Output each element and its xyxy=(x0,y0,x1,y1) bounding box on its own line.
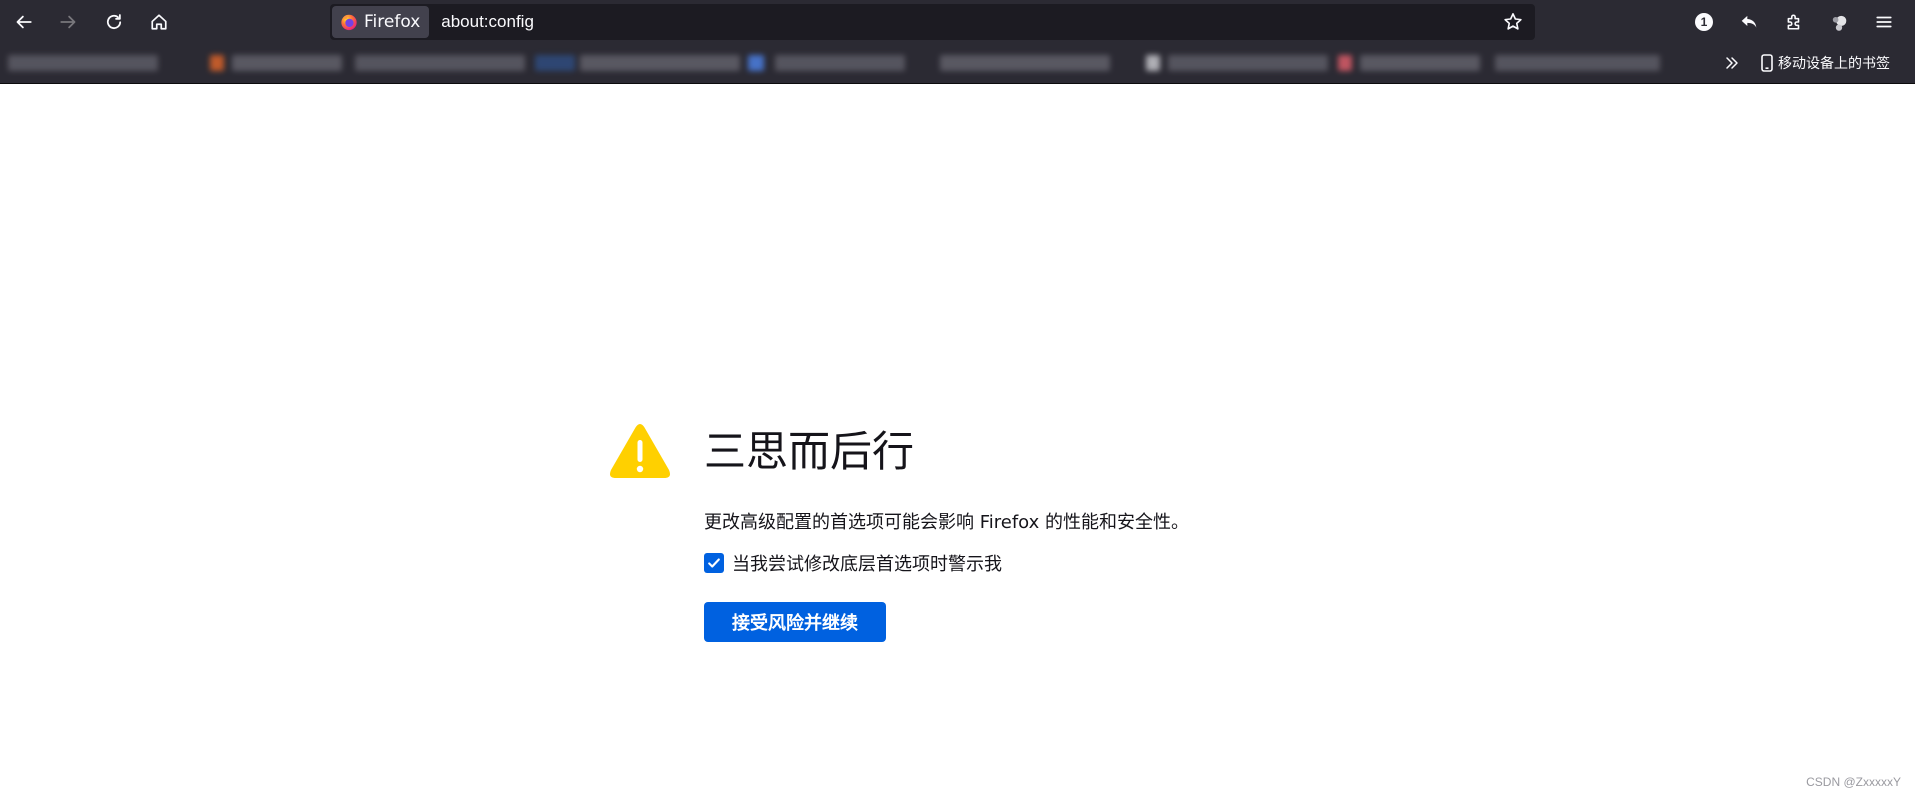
warning-description: 更改高级配置的首选项可能会影响 Firefox 的性能和安全性。 xyxy=(704,512,1190,533)
app-menu-button[interactable] xyxy=(1868,6,1900,38)
warning-title: 三思而后行 xyxy=(704,427,915,476)
extension-badge: 1 xyxy=(1695,13,1713,31)
accept-risk-button[interactable]: 接受风险并继续 xyxy=(704,602,886,642)
checkmark-icon xyxy=(708,558,720,568)
home-icon xyxy=(151,14,167,30)
mobile-bookmarks-button[interactable]: 移动设备上的书签 xyxy=(1760,51,1890,75)
hamburger-menu-icon xyxy=(1876,16,1892,28)
chevron-double-right-icon xyxy=(1726,57,1738,69)
url-bar[interactable]: Firefox about:config xyxy=(330,4,1535,40)
undo-extension-button[interactable] xyxy=(1733,6,1765,38)
account-button[interactable] xyxy=(1823,6,1855,38)
bookmarks-toolbar: 移动设备上的书签 xyxy=(0,43,1915,84)
navigation-toolbar: Firefox about:config 1 xyxy=(0,0,1915,43)
identity-label: Firefox xyxy=(364,12,421,32)
account-avatar-icon xyxy=(1832,15,1847,31)
arrow-left-icon xyxy=(16,15,32,29)
identity-box[interactable]: Firefox xyxy=(332,6,430,38)
firefox-logo-icon xyxy=(341,14,357,31)
star-icon xyxy=(1504,13,1522,30)
warn-on-access-checkbox[interactable] xyxy=(704,553,724,573)
extensions-button[interactable] xyxy=(1778,6,1810,38)
bookmark-star-button[interactable] xyxy=(1499,8,1527,36)
bookmarks-overflow-button[interactable] xyxy=(1720,51,1744,75)
warning-icon xyxy=(609,424,671,478)
puzzle-icon xyxy=(1787,14,1800,30)
checkbox-label: 当我尝试修改底层首选项时警示我 xyxy=(732,554,1002,575)
watermark: CSDN @ZxxxxxY xyxy=(1806,775,1901,789)
home-button[interactable] xyxy=(143,6,175,38)
blurred-bookmarks[interactable] xyxy=(0,49,1740,77)
mobile-bookmarks-label: 移动设备上的书签 xyxy=(1778,56,1890,72)
forward-button[interactable] xyxy=(52,6,84,38)
extension-badge-button[interactable]: 1 xyxy=(1688,6,1720,38)
url-text[interactable]: about:config xyxy=(441,12,534,32)
back-button[interactable] xyxy=(8,6,40,38)
reload-button[interactable] xyxy=(98,6,130,38)
reply-arrow-icon xyxy=(1741,15,1757,28)
reload-icon xyxy=(106,14,122,30)
arrow-right-icon xyxy=(60,15,76,29)
warn-on-access-checkbox-row[interactable]: 当我尝试修改底层首选项时警示我 xyxy=(704,550,1002,576)
mobile-device-icon xyxy=(1761,54,1773,72)
